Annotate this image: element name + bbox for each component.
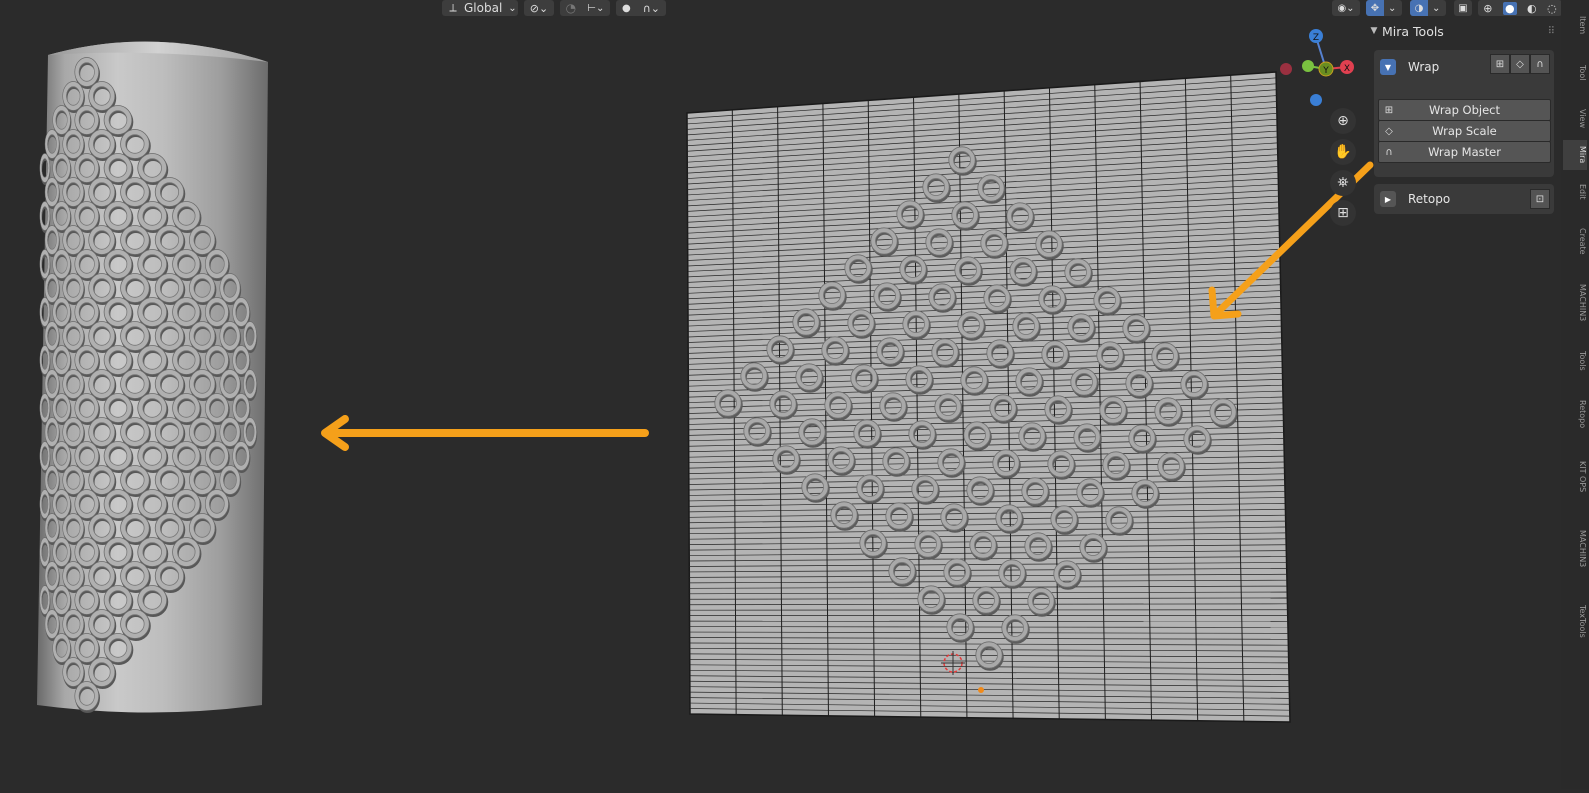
snap-icon: ◔: [566, 1, 576, 15]
3d-viewport[interactable]: Z X Y ⟂ Global ⌄ ⊘⌄ ◔ ⊢⌄ ● ∩⌄ ◉⌄ ✥ ⌄ ◑ ⌄…: [0, 0, 1589, 789]
wrap-scale-icon[interactable]: ◇: [1510, 54, 1530, 74]
wrap-mini-buttons: ⊞ ◇ ∩: [1490, 54, 1550, 74]
gizmo-toggle[interactable]: ✥ ⌄: [1366, 0, 1402, 16]
retopo-icon[interactable]: ⊡: [1530, 189, 1550, 209]
annotation-arrow-left: [325, 419, 645, 447]
tab-9[interactable]: KIT OPS: [1563, 444, 1587, 510]
hand-pan-icon[interactable]: ✋: [1330, 139, 1356, 165]
wrap-scale-icon: ◇: [1379, 126, 1399, 137]
retopo-subpanel-header[interactable]: ▶ Retopo: [1380, 189, 1450, 209]
wrapped-cylinder[interactable]: [37, 42, 268, 713]
solid-shading-icon[interactable]: ●: [1503, 2, 1517, 15]
overlay-toggle[interactable]: ◑ ⌄: [1410, 0, 1446, 16]
tab-5[interactable]: Create: [1563, 214, 1587, 268]
mira-tools-header[interactable]: ▼ Mira Tools ⠿: [1366, 18, 1559, 44]
source-plane-mesh[interactable]: [687, 72, 1290, 722]
drag-handle-icon[interactable]: ⠿: [1548, 26, 1555, 37]
chevron-down-icon: ⌄: [1432, 3, 1440, 14]
tab-1[interactable]: Tool: [1563, 50, 1587, 96]
tab-6[interactable]: MACHIN3: [1563, 270, 1587, 336]
object-origin-icon: [978, 687, 984, 693]
wrap-master-button[interactable]: ∩ Wrap Master: [1378, 141, 1551, 163]
tab-3[interactable]: Mira: [1563, 140, 1587, 170]
pivot-point-dropdown[interactable]: ⊘⌄: [524, 0, 554, 16]
zoom-icon[interactable]: ⊕: [1330, 108, 1356, 134]
rendered-shading-icon[interactable]: ◌: [1547, 2, 1557, 15]
wrap-subpanel-header[interactable]: ▼ Wrap: [1380, 57, 1439, 77]
visibility-dropdown[interactable]: ◉⌄: [1332, 0, 1360, 16]
falloff-icon: ∩⌄: [643, 2, 660, 15]
chevron-down-icon: ⌄: [508, 3, 516, 14]
wrap-object-icon[interactable]: ⊞: [1490, 54, 1510, 74]
tab-8[interactable]: Retopo: [1563, 386, 1587, 442]
transform-orientation-label: Global: [464, 1, 502, 15]
sidebar-tabs: Item Tool View Mira Edit Create MACHIN3 …: [1561, 0, 1589, 789]
panel-title: Mira Tools: [1382, 24, 1444, 39]
proportional-edit-toggle[interactable]: ● ∩⌄: [616, 0, 666, 16]
retopo-mini-buttons: ⊡: [1530, 189, 1550, 209]
gizmo-y-label: Y: [1322, 66, 1329, 76]
chevron-down-icon: ⌄: [1388, 3, 1396, 14]
material-shading-icon[interactable]: ◐: [1527, 2, 1537, 15]
transform-orientation-icon: ⟂: [442, 1, 464, 15]
gizmo-z-label: Z: [1313, 33, 1319, 43]
wireframe-shading-icon[interactable]: ⊕: [1483, 2, 1492, 15]
snap-toggle[interactable]: ◔ ⊢⌄: [560, 0, 610, 16]
sidebar-panel: ▼ Mira Tools ⠿ ▼ Wrap ⊞ ◇ ∩ ⊞ Wrap Objec…: [1366, 18, 1559, 218]
xray-icon: ▣: [1458, 3, 1467, 14]
expand-down-icon: ▼: [1380, 59, 1396, 75]
xray-toggle[interactable]: ▣: [1454, 0, 1472, 16]
overlay-icon: ◑: [1410, 0, 1428, 16]
retopo-label: Retopo: [1408, 192, 1450, 206]
tab-11[interactable]: TexTools: [1563, 588, 1587, 654]
snap-target-icon: ⊢⌄: [587, 3, 604, 14]
wrap-object-button[interactable]: ⊞ Wrap Object: [1378, 99, 1551, 121]
grid-icon[interactable]: ⊞: [1330, 200, 1356, 226]
wrap-label: Wrap: [1408, 60, 1439, 74]
camera-icon[interactable]: ⛯: [1330, 170, 1356, 196]
wrap-scale-button[interactable]: ◇ Wrap Scale: [1378, 120, 1551, 142]
pivot-icon: ⊘⌄: [530, 2, 548, 15]
wrap-subpanel: ▼ Wrap ⊞ ◇ ∩ ⊞ Wrap Object ◇ Wrap Scale …: [1374, 50, 1554, 177]
tab-0[interactable]: Item: [1563, 2, 1587, 48]
wrap-master-icon: ∩: [1379, 147, 1399, 158]
tab-4[interactable]: Edit: [1563, 172, 1587, 212]
tab-10[interactable]: MACHIN3: [1563, 512, 1587, 586]
proportional-icon: ●: [622, 3, 631, 14]
wrap-object-icon: ⊞: [1379, 105, 1399, 116]
expand-right-icon: ▶: [1380, 191, 1396, 207]
retopo-subpanel[interactable]: ▶ Retopo ⊡: [1374, 184, 1554, 214]
shading-mode-group[interactable]: ⊕ ● ◐ ◌: [1478, 0, 1562, 16]
transform-orientation-dropdown[interactable]: ⟂ Global ⌄: [442, 0, 518, 16]
gizmo-x-label: X: [1344, 64, 1350, 74]
collapse-triangle-icon: ▼: [1366, 26, 1382, 36]
navigation-gizmo[interactable]: Z X Y: [1280, 29, 1354, 106]
tab-2[interactable]: View: [1563, 98, 1587, 138]
tab-7[interactable]: Tools: [1563, 338, 1587, 384]
gizmo-icon: ✥: [1366, 0, 1384, 16]
eye-icon: ◉⌄: [1337, 3, 1354, 14]
wrap-master-icon[interactable]: ∩: [1530, 54, 1550, 74]
